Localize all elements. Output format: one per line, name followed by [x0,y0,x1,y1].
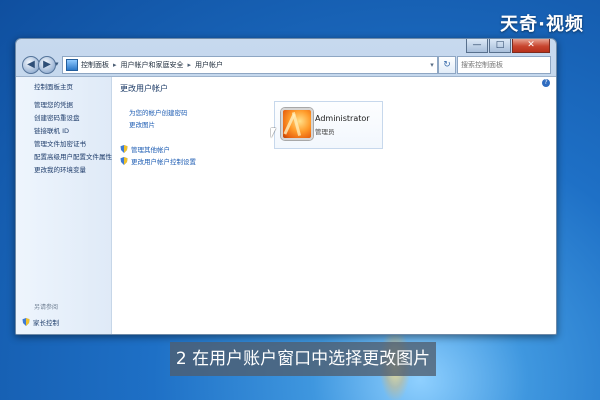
uac-settings-label: 更改用户帐户控制设置 [131,158,196,166]
account-tile[interactable]: Administrator 管理员 [274,101,383,149]
breadcrumb-user-accounts[interactable]: 用户帐户 [195,60,223,70]
manage-other-accounts-link[interactable]: 管理其他帐户 [120,144,170,154]
content-area: 控制面板主页 管理您的凭据 创建密码重设盘 链接联机 ID 管理文件加密证书 配… [16,76,556,334]
address-dropdown-icon[interactable]: ▾ [427,61,437,69]
breadcrumb-separator-icon[interactable]: ▸ [188,61,192,69]
uac-settings-link[interactable]: 更改用户帐户控制设置 [120,156,196,166]
video-subtitle: 2 在用户账户窗口中选择更改图片 [170,342,436,376]
sidebar-item-environment-variables[interactable]: 更改我的环境变量 [34,164,86,174]
shield-icon [120,145,128,153]
refresh-button[interactable]: ↻ [438,56,456,74]
breadcrumb-user-accounts-family[interactable]: 用户帐户和家庭安全 [121,60,184,70]
sidebar-item-parental-controls[interactable]: 家长控制 [22,317,59,327]
sidebar-item-link-online-id[interactable]: 链接联机 ID [34,125,69,135]
sidebar-item-password-reset-disk[interactable]: 创建密码重设盘 [34,112,80,122]
watermark-logo: 天奇·视频 [500,14,584,35]
control-panel-icon [66,59,78,71]
navigation-bar: ◀ ▶ ▾ 控制面板 ▸ 用户帐户和家庭安全 ▸ 用户帐户 ▾ ↻ ⌕ [16,55,556,75]
change-picture-link[interactable]: 更改图片 [129,119,155,129]
sidebar-item-advanced-profile-properties[interactable]: 配置高级用户配置文件属性 [34,151,112,161]
sidebar-item-control-panel-home[interactable]: 控制面板主页 [34,81,73,91]
sidebar-item-file-encryption-certificates[interactable]: 管理文件加密证书 [34,138,86,148]
breadcrumb-separator-icon[interactable]: ▸ [113,61,117,69]
close-button[interactable]: ✕ [512,39,550,53]
see-also-heading: 另请参阅 [34,304,59,311]
minimize-button[interactable]: — [466,39,488,53]
main-panel: ? 更改用户帐户 为您的帐户创建密码 更改图片 管理其他帐户 更改用户帐户控制设… [112,77,556,334]
shield-icon [22,318,30,326]
manage-other-accounts-label: 管理其他帐户 [131,146,170,154]
recent-pages-dropdown[interactable]: ▾ [55,60,59,68]
sidebar: 控制面板主页 管理您的凭据 创建密码重设盘 链接联机 ID 管理文件加密证书 配… [16,77,112,334]
breadcrumb-control-panel[interactable]: 控制面板 [81,60,109,70]
shield-icon [120,157,128,165]
parental-controls-label: 家长控制 [33,319,59,327]
forward-button[interactable]: ▶ [38,56,56,74]
account-role: 管理员 [315,128,335,136]
caption-controls: — □ ✕ [466,39,550,53]
control-panel-window: — □ ✕ ◀ ▶ ▾ 控制面板 ▸ 用户帐户和家庭安全 ▸ 用户帐户 ▾ ↻ … [15,38,557,335]
account-name: Administrator [315,114,370,123]
search-box[interactable]: ⌕ [457,56,556,74]
sidebar-item-manage-credentials[interactable]: 管理您的凭据 [34,99,73,109]
mouse-cursor-icon [271,128,276,138]
user-avatar[interactable] [281,108,313,140]
help-icon[interactable]: ? [542,79,550,87]
address-bar[interactable]: 控制面板 ▸ 用户帐户和家庭安全 ▸ 用户帐户 ▾ [62,56,438,74]
maximize-button[interactable]: □ [489,39,511,53]
search-input[interactable] [458,57,556,73]
page-title: 更改用户帐户 [120,84,168,93]
create-password-link[interactable]: 为您的帐户创建密码 [129,107,188,117]
